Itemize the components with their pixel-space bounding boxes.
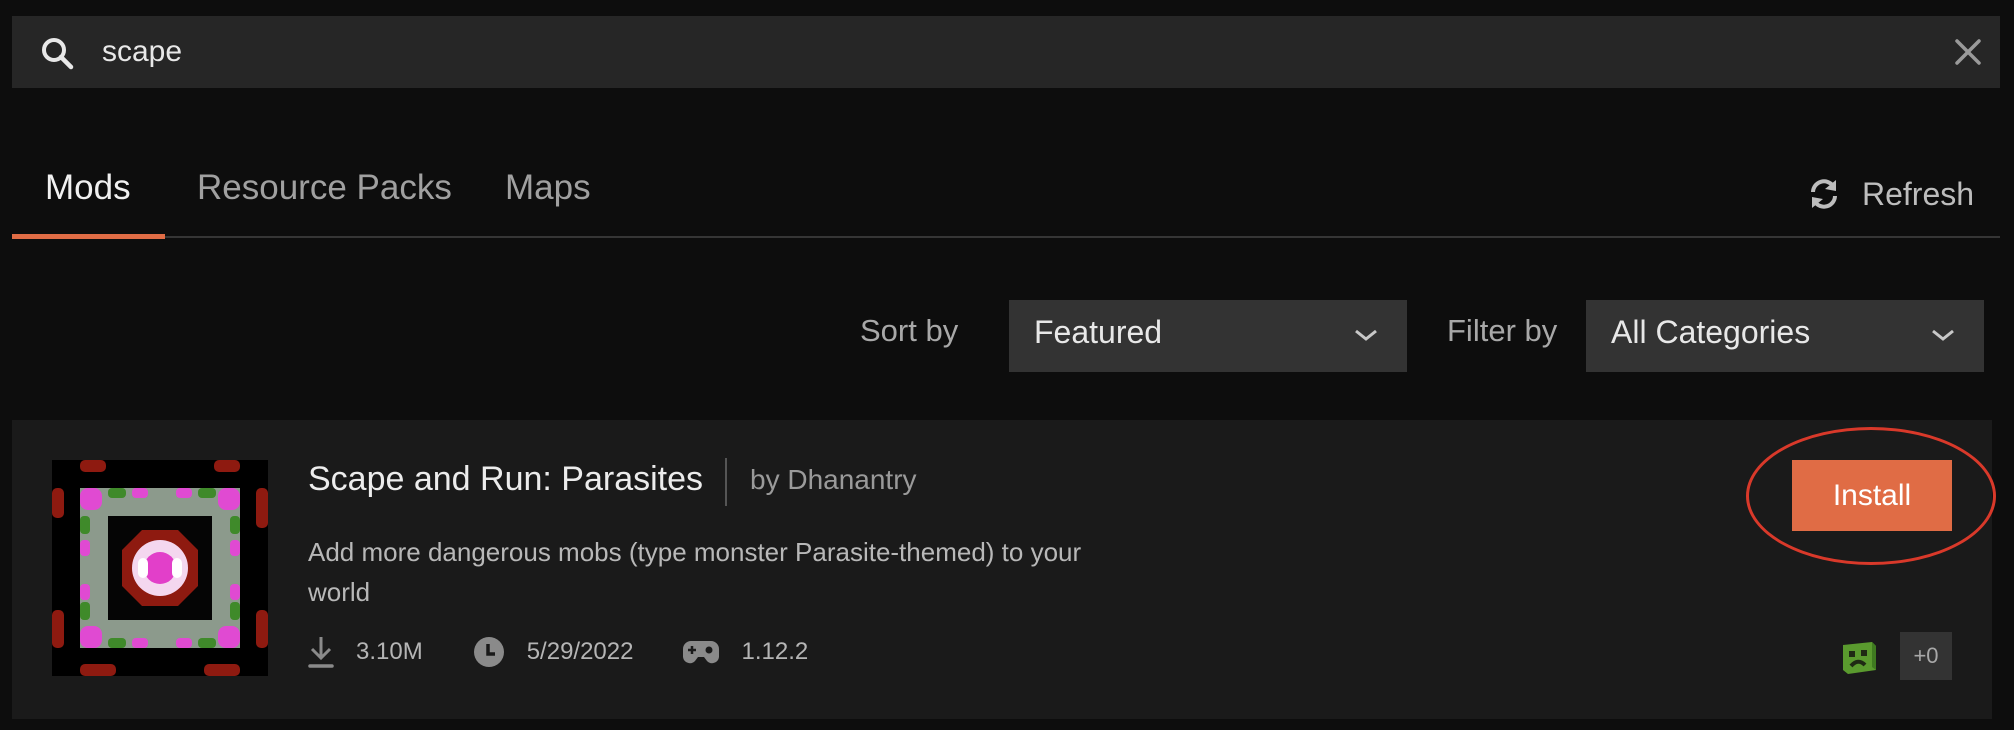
filter-dropdown[interactable]: All Categories [1586,300,1984,372]
title-divider [725,458,727,506]
sort-dropdown[interactable]: Featured [1009,300,1407,372]
filter-value: All Categories [1611,314,1811,350]
game-version-value: 1.12.2 [741,638,809,665]
install-button[interactable]: Install [1792,460,1952,531]
updated-value: 5/29/2022 [526,638,634,665]
mod-title[interactable]: Scape and Run: Parasites [308,460,703,499]
mod-result-card[interactable]: Scape and Run: Parasites by Dhanantry Ad… [12,420,1996,719]
refresh-button[interactable]: Refresh [1806,172,1974,216]
clock-icon [473,637,504,667]
mod-thumbnail[interactable] [52,460,268,676]
tab-maps[interactable]: Maps [505,168,591,208]
minecraft-creeper-icon [1843,642,1876,674]
category-tabs: Mods Resource Packs Maps [12,160,2000,240]
mod-meta: 3.10M 5/29/2022 1.12.2 [308,632,858,672]
close-icon[interactable] [1954,38,1982,66]
extra-versions-badge[interactable]: +0 [1900,632,1952,680]
chevron-down-icon [1355,329,1377,341]
sort-value: Featured [1034,314,1163,350]
filter-label: Filter by [1447,313,1558,348]
search-icon [42,38,74,70]
tab-divider [12,236,2000,238]
download-icon [308,637,334,668]
downloads-value: 3.10M [356,638,423,665]
game-version-stat: 1.12.2 [683,638,808,666]
mod-description: Add more dangerous mobs (type monster Pa… [308,537,1082,607]
refresh-label: Refresh [1862,175,1975,212]
mod-author[interactable]: by Dhanantry [750,464,917,496]
chevron-down-icon [1932,329,1954,341]
search-bar [12,16,2000,88]
updated-stat: 5/29/2022 [473,636,634,668]
gamepad-icon [683,641,720,664]
downloads-stat: 3.10M [308,635,423,669]
sort-label: Sort by [860,313,959,348]
tab-mods[interactable]: Mods [45,168,131,208]
tab-resource-packs[interactable]: Resource Packs [197,168,452,208]
active-tab-indicator [12,234,165,239]
search-input[interactable] [102,16,1902,88]
refresh-icon [1811,179,1837,209]
